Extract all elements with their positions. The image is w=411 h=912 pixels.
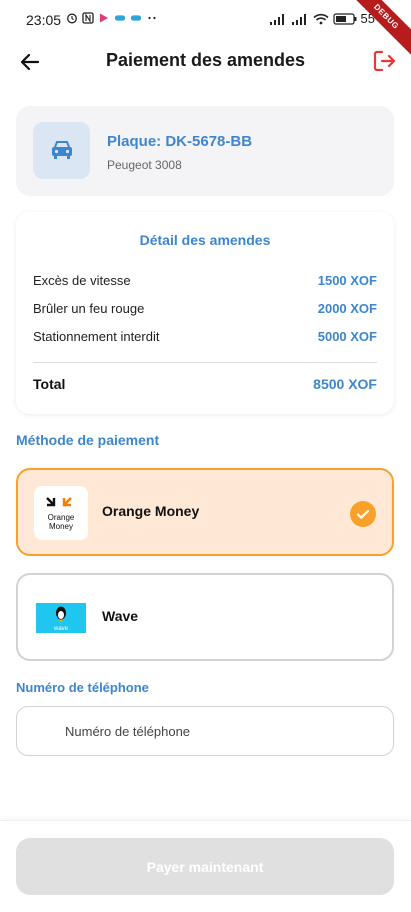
logout-icon[interactable] <box>371 48 397 74</box>
fine-label: Excès de vitesse <box>33 273 131 288</box>
wave-logo: wave <box>34 591 88 645</box>
pay-now-button[interactable]: Payer maintenant <box>16 838 394 895</box>
signal-icon <box>269 13 284 25</box>
fine-row: Brûler un feu rouge 2000 XOF <box>33 301 377 319</box>
payment-option-name: Wave <box>102 608 139 624</box>
check-icon <box>350 501 376 527</box>
notification-icons <box>66 12 158 24</box>
wave-logo-text: wave <box>53 626 69 632</box>
status-time: 23:05 <box>26 12 62 28</box>
battery-icon <box>332 12 357 25</box>
payment-option-wave[interactable]: wave Wave <box>16 573 394 661</box>
car-icon <box>51 140 72 159</box>
game-controller-icon <box>114 15 126 21</box>
alarm-icon <box>67 13 77 24</box>
vehicle-icon-box <box>33 122 90 179</box>
game-controller-icon <box>130 15 142 21</box>
fine-amount: 1500 XOF <box>317 273 377 288</box>
payment-option-name: Orange Money <box>102 503 200 519</box>
orange-money-logo-text-2: Money <box>49 522 73 531</box>
fine-amount: 5000 XOF <box>317 329 377 344</box>
status-bar: 23:05 55 <box>0 0 411 40</box>
orange-money-logo: Orange Money <box>34 486 88 540</box>
orange-money-logo-text-1: Orange <box>48 513 75 522</box>
fine-label: Brûler un feu rouge <box>33 301 145 316</box>
signal-icon <box>291 13 306 25</box>
total-value: 8500 XOF <box>313 376 377 392</box>
vehicle-model: Peugeot 3008 <box>107 158 182 172</box>
page-title: Paiement des amendes <box>105 50 306 70</box>
fine-amount: 2000 XOF <box>317 301 377 316</box>
payment-method-label: Méthode de paiement <box>16 432 160 448</box>
app-bar: Paiement des amendes <box>0 40 411 84</box>
total-label: Total <box>33 376 66 392</box>
more-notifications-icon <box>148 16 156 20</box>
vehicle-card: Plaque: DK-5678-BB Peugeot 3008 <box>16 106 394 196</box>
total-row: Total 8500 XOF <box>33 376 377 392</box>
play-store-icon <box>100 13 108 23</box>
orange-money-logo-icon: Orange Money <box>36 494 86 532</box>
fine-row: Stationnement interdit 5000 XOF <box>33 329 377 347</box>
divider <box>33 362 377 363</box>
phone-input[interactable] <box>65 707 385 755</box>
wifi-icon <box>312 13 329 24</box>
fines-title: Détail des amendes <box>139 232 271 248</box>
fine-row: Excès de vitesse 1500 XOF <box>33 273 377 291</box>
phone-input-container <box>16 706 394 756</box>
nfc-icon <box>82 12 94 24</box>
payment-option-orange-money[interactable]: Orange Money Orange Money <box>16 468 394 556</box>
wave-logo-icon: wave <box>36 603 86 633</box>
bottom-bar: Payer maintenant <box>0 820 411 912</box>
fines-card: Détail des amendes Excès de vitesse 1500… <box>16 212 394 414</box>
fine-label: Stationnement interdit <box>33 329 160 344</box>
status-right: 55 <box>269 11 375 26</box>
phone-label: Numéro de téléphone <box>16 680 149 695</box>
vehicle-plate: Plaque: DK-5678-BB <box>107 133 253 150</box>
